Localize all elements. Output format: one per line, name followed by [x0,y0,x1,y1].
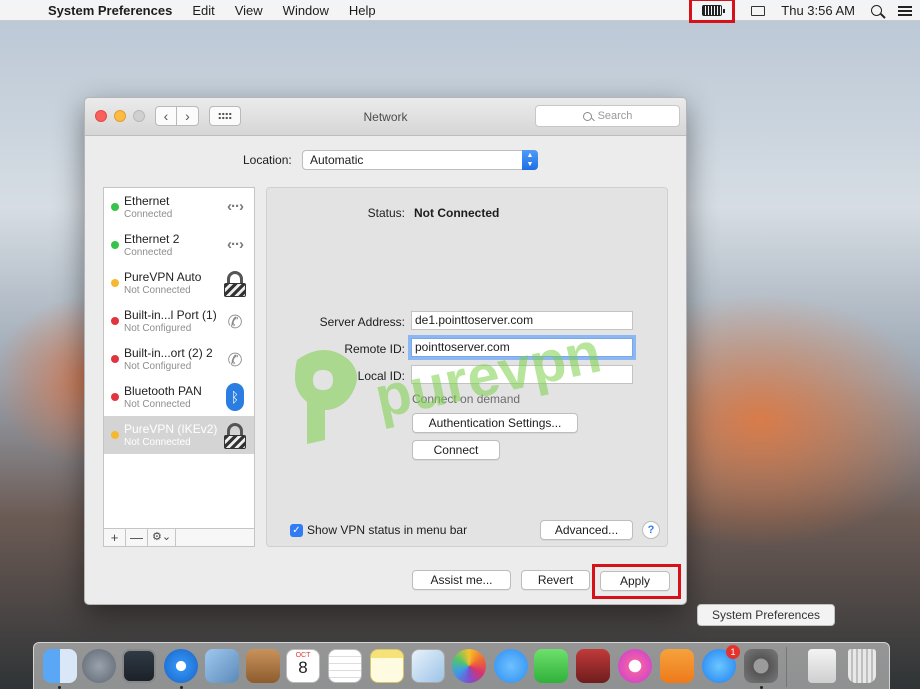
location-label: Location: [243,153,292,167]
apply-button-highlight: Apply [592,564,681,599]
vpn-detail-pane: Status: Not Connected Server Address: de… [266,187,668,547]
show-vpn-status-label: Show VPN status in menu bar [307,523,468,537]
search-icon [582,111,592,121]
system-preferences-gear-icon[interactable] [744,649,778,683]
assist-me-button[interactable]: Assist me... [412,570,511,590]
service-bluetooth-pan[interactable]: Bluetooth PAN Not Connected ᛒ [104,378,254,416]
help-button[interactable]: ? [642,521,660,539]
network-service-list: Ethernet Connected ‹··› Ethernet 2 Conne… [103,187,255,529]
connect-on-demand-checkbox[interactable]: Connect on demand [412,392,520,406]
search-field[interactable]: Search [535,105,680,127]
status-value: Not Connected [414,206,500,220]
status-dot-red [111,355,119,363]
airplay-display-icon[interactable] [751,5,766,16]
app-store-update-badge: 1 [726,645,740,659]
notification-center-icon[interactable] [898,5,912,16]
menu-help[interactable]: Help [339,3,386,18]
status-dot-red [111,393,119,401]
itunes-music-icon[interactable] [618,649,652,683]
service-purevpn-auto[interactable]: PureVPN Auto Not Connected [104,264,254,302]
downloads-stack-icon[interactable] [808,649,836,683]
local-id-input[interactable] [411,365,633,384]
apply-button[interactable]: Apply [600,571,670,591]
calendar-icon[interactable]: OCT 8 [286,649,320,683]
service-list-toolbar: + — ⚙︎⌄ [103,529,255,547]
remote-id-input[interactable]: pointtoserver.com [411,338,633,357]
menubar-clock[interactable]: Thu 3:56 AM [781,3,855,18]
photo-booth-icon[interactable] [411,649,445,683]
status-dot-green [111,241,119,249]
service-purevpn-ikev2[interactable]: PureVPN (IKEv2) Not Connected [104,416,254,454]
dock: OCT 8 1 [33,642,890,689]
bluetooth-icon: ᛒ [226,383,244,411]
remove-service-button[interactable]: — [126,529,148,546]
safari-compass-icon[interactable] [164,649,198,683]
authentication-settings-button[interactable]: Authentication Settings... [412,413,578,433]
network-preferences-window: ‹ › Network Search Location: Automatic ▲… [84,97,687,605]
search-placeholder: Search [597,110,633,122]
phone-icon: ✆ [227,350,243,370]
mail-stamp-icon[interactable] [205,649,239,683]
photo-booth-red-icon[interactable] [576,649,610,683]
status-dot-green [111,203,119,211]
gear-icon[interactable]: ⚙︎⌄ [148,529,176,546]
service-built-in-port-1[interactable]: Built-in...l Port (1) Not Configured ✆ [104,302,254,340]
connect-on-demand-label: Connect on demand [412,392,521,406]
phone-icon: ✆ [227,312,243,332]
app-store-icon[interactable]: 1 [702,645,740,683]
service-ethernet[interactable]: Ethernet Connected ‹··› [104,188,254,226]
menu-edit[interactable]: Edit [182,3,224,18]
status-dot-yellow [111,279,119,287]
battery-status-highlight[interactable] [689,0,736,23]
spotlight-search-icon[interactable] [871,5,882,16]
window-titlebar: ‹ › Network Search [85,98,686,136]
messages-bubble-icon[interactable] [494,649,528,683]
connect-button[interactable]: Connect [412,440,500,460]
calendar-day: 8 [298,658,308,677]
service-ethernet-2[interactable]: Ethernet 2 Connected ‹··› [104,226,254,264]
dock-tooltip: System Preferences [697,604,835,626]
ethernet-icon: ‹··› [227,198,244,215]
vpn-lock-icon [222,271,248,297]
menu-view[interactable]: View [225,3,273,18]
menu-window[interactable]: Window [273,3,339,18]
reminders-list-icon[interactable] [328,649,362,683]
photos-flower-icon[interactable] [452,649,486,683]
vpn-lock-icon [222,423,248,449]
service-built-in-port-2[interactable]: Built-in...ort (2) 2 Not Configured ✆ [104,340,254,378]
remote-id-label: Remote ID: [344,342,405,356]
menu-app-name[interactable]: System Preferences [44,3,182,18]
status-label: Status: [367,206,405,220]
mission-control-icon[interactable] [122,649,156,683]
status-dot-yellow [111,431,119,439]
finder-icon[interactable] [43,649,77,683]
ibooks-icon[interactable] [660,649,694,683]
facetime-camera-icon[interactable] [534,649,568,683]
local-id-label: Local ID: [357,369,405,383]
chevron-up-down-icon: ▲ ▼ [522,150,538,170]
advanced-button[interactable]: Advanced... [540,520,633,540]
location-value: Automatic [310,153,364,167]
server-address-label: Server Address: [319,315,405,329]
status-dot-red [111,317,119,325]
location-select[interactable]: Automatic ▲ ▼ [302,150,538,170]
notes-icon[interactable] [370,649,404,683]
checkmark-icon: ✓ [290,523,303,537]
dock-separator [786,647,787,687]
menu-bar: System Preferences Edit View Window Help… [0,0,920,23]
trash-icon[interactable] [848,649,876,683]
revert-button[interactable]: Revert [521,570,590,590]
add-service-button[interactable]: + [104,529,126,546]
ethernet-icon: ‹··› [227,236,244,253]
launchpad-rocket-icon[interactable] [82,649,116,683]
battery-icon [702,5,726,16]
server-address-input[interactable]: de1.pointtoserver.com [411,311,633,330]
show-vpn-status-checkbox[interactable]: ✓ Show VPN status in menu bar [290,523,467,537]
contacts-book-icon[interactable] [246,649,280,683]
